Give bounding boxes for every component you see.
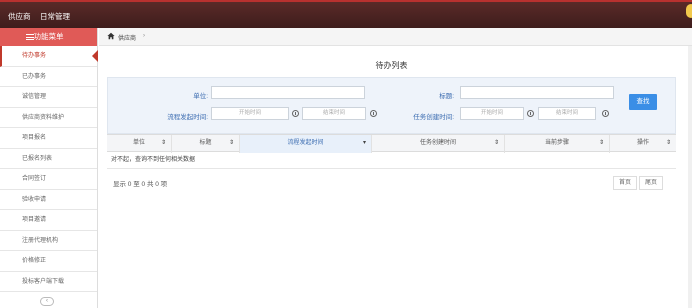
empty-message: 对不起，查询不到任何相关数据 xyxy=(107,152,676,169)
sidebar-item-todo[interactable]: 待办事务 xyxy=(0,46,98,67)
top-navigation-bar: 供应商 日常管理 xyxy=(0,0,692,28)
first-page-button[interactable]: 首页 xyxy=(613,176,637,190)
sort-icon: ⇕ xyxy=(493,140,499,146)
sort-icon: ⇕ xyxy=(665,140,671,146)
todo-table: 单位 ⇕ 标题 ⇕ 流程发起时间 ▾ 任务创建时间 ⇕ 当前步骤 ⇕ 操作 ⇕ xyxy=(107,134,676,169)
unit-input[interactable] xyxy=(211,86,365,99)
clock-icon[interactable] xyxy=(292,110,299,117)
title-label: 标题: xyxy=(439,93,454,100)
page-title: 待办列表 xyxy=(375,61,408,70)
nav-supplier[interactable]: 供应商 xyxy=(8,11,31,22)
clock-icon[interactable] xyxy=(527,110,534,117)
scrollbar[interactable] xyxy=(688,46,692,308)
column-actions-label: 操作 xyxy=(636,140,649,146)
sidebar-item-signup-list[interactable]: 已报名列表 xyxy=(0,149,97,169)
column-unit-label: 单位 xyxy=(132,140,145,146)
column-actions[interactable]: 操作 ⇕ xyxy=(610,135,676,153)
nav-daily-management[interactable]: 日常管理 xyxy=(40,11,70,22)
sidebar-item-price-fix[interactable]: 价格修正 xyxy=(0,251,97,272)
flow-start-input[interactable]: 开始时间 xyxy=(211,107,289,120)
sidebar-item-invitation[interactable]: 项目邀请 xyxy=(0,210,97,231)
breadcrumb-current[interactable]: 供应商 xyxy=(118,33,136,42)
flow-time-label: 流程发起时间: xyxy=(167,114,208,121)
sort-icon: ⇕ xyxy=(160,140,166,146)
column-title-label: 标题 xyxy=(199,140,212,146)
breadcrumb: 供应商 › xyxy=(99,28,692,46)
clock-icon[interactable] xyxy=(370,110,377,117)
flow-end-input[interactable]: 结束时间 xyxy=(302,107,366,120)
sidebar-item-integrity[interactable]: 诚信管理 xyxy=(0,87,97,108)
unit-label: 单位: xyxy=(193,93,208,100)
sort-desc-icon: ▾ xyxy=(362,140,366,146)
task-time-label: 任务创建时间: xyxy=(413,114,454,121)
sidebar-header-label: 功能菜单 xyxy=(33,32,64,41)
sidebar-item-project-signup[interactable]: 项目报名 xyxy=(0,128,97,149)
user-badge-icon[interactable] xyxy=(686,4,692,18)
sidebar-item-contract[interactable]: 合同签订 xyxy=(0,169,97,190)
breadcrumb-separator: › xyxy=(143,33,145,39)
column-task-time[interactable]: 任务创建时间 ⇕ xyxy=(372,135,505,153)
sidebar-item-client-download[interactable]: 投标客户端下载 xyxy=(0,272,97,292)
column-current-step[interactable]: 当前步骤 ⇕ xyxy=(505,135,610,153)
filter-panel: 单位: 标题: 流程发起时间: 开始时间 结束时间 任务创建时间: 开始时间 结… xyxy=(107,77,676,134)
column-flow-time[interactable]: 流程发起时间 ▾ xyxy=(240,135,372,153)
chevron-left-icon[interactable]: ‹ xyxy=(40,297,54,306)
table-header: 单位 ⇕ 标题 ⇕ 流程发起时间 ▾ 任务创建时间 ⇕ 当前步骤 ⇕ 操作 ⇕ xyxy=(107,134,676,153)
column-task-time-label: 任务创建时间 xyxy=(419,140,456,146)
title-input[interactable] xyxy=(460,86,614,99)
pagination-info: 显示 0 至 0 共 0 项 xyxy=(113,181,168,188)
column-flow-time-label: 流程发起时间 xyxy=(287,140,324,146)
todo-panel: 待办列表 单位: 标题: 流程发起时间: 开始时间 结束时间 任务创建时间: 开… xyxy=(107,54,676,200)
column-unit[interactable]: 单位 ⇕ xyxy=(107,135,172,153)
sort-icon: ⇕ xyxy=(598,140,604,146)
menu-icon xyxy=(26,34,34,40)
task-start-input[interactable]: 开始时间 xyxy=(460,107,524,120)
home-icon[interactable] xyxy=(107,32,115,40)
sidebar-item-supplier-info[interactable]: 供应商资料维护 xyxy=(0,108,97,128)
sidebar: 功能菜单 待办事务 已办事务 诚信管理 供应商资料维护 项目报名 已报名列表 合… xyxy=(0,28,98,308)
sidebar-header[interactable]: 功能菜单 xyxy=(0,28,97,46)
sidebar-item-done[interactable]: 已办事务 xyxy=(0,67,97,87)
sidebar-item-acceptance[interactable]: 验收申请 xyxy=(0,190,97,210)
sort-icon: ⇕ xyxy=(228,140,234,146)
task-end-input[interactable]: 结束时间 xyxy=(538,107,596,120)
column-title[interactable]: 标题 ⇕ xyxy=(172,135,240,153)
column-current-step-label: 当前步骤 xyxy=(544,140,569,146)
last-page-button[interactable]: 尾页 xyxy=(639,176,663,190)
search-button[interactable]: 查找 xyxy=(629,94,657,110)
sidebar-item-agency[interactable]: 注册代理机构 xyxy=(0,231,97,251)
clock-icon[interactable] xyxy=(602,110,609,117)
